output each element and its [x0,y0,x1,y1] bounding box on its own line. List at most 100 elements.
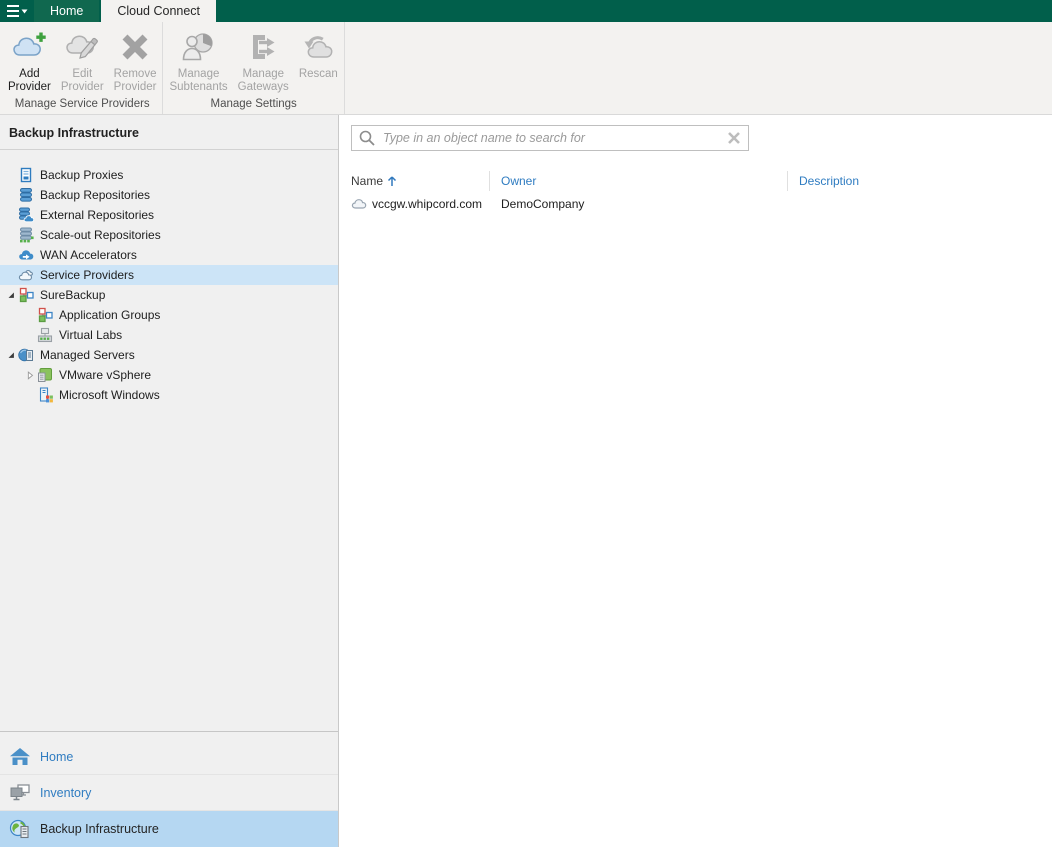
nav-item-label: Inventory [40,785,92,800]
tree-item-label: Scale-out Repositories [40,228,161,242]
nav-item-backup-infrastructure[interactable]: Backup Infrastructure [0,811,338,847]
surebackup-icon [18,287,34,303]
tab-bar: Home Cloud Connect [34,0,217,22]
column-header-label: Owner [501,174,537,188]
search-input[interactable] [381,130,725,146]
manage-subtenants-icon [169,28,227,66]
managed-servers-icon [18,347,34,363]
table-body: vccgw.whipcord.com DemoCompany [339,193,1052,214]
table-row[interactable]: vccgw.whipcord.com DemoCompany [339,193,1052,214]
edit-provider-button[interactable]: Edit Provider [56,26,109,97]
tree-item-surebackup[interactable]: SureBackup [0,285,338,305]
provider-owner: DemoCompany [501,196,585,211]
search-row [339,115,1052,151]
hamburger-icon [6,4,28,18]
tree-item-scale-out-repositories[interactable]: Scale-out Repositories [0,225,338,245]
manage-gateways-icon [238,28,289,66]
column-header-owner[interactable]: Owner [489,169,787,193]
tree-item-external-repositories[interactable]: External Repositories [0,205,338,225]
wan-accelerators-icon [18,247,34,263]
sidebar: Backup Infrastructure Backup Proxies Back… [0,115,339,847]
service-providers-icon [18,267,34,283]
tree-item-backup-repositories[interactable]: Backup Repositories [0,185,338,205]
remove-provider-icon [114,28,157,66]
main-menu-button[interactable] [0,0,34,22]
nav-divider [0,731,338,739]
tree-item-backup-proxies[interactable]: Backup Proxies [0,165,338,185]
tab-cloud-connect[interactable]: Cloud Connect [101,0,217,22]
manage-gateways-button[interactable]: Manage Gateways [233,26,294,97]
tree-item-label: SureBackup [40,288,106,302]
column-header-description[interactable]: Description [787,169,1052,193]
view-navigation: Home Inventory Backup Infrastructure [0,739,338,847]
expander-collapsed-icon[interactable] [23,370,37,380]
tree-item-label: External Repositories [40,208,155,222]
nav-item-label: Home [40,749,74,764]
tree-item-label: WAN Accelerators [40,248,137,262]
tree-item-label: Virtual Labs [59,328,123,342]
tree-item-application-groups[interactable]: Application Groups [0,305,338,325]
tree-item-label: Microsoft Windows [59,388,160,402]
ribbon-button-label: Add Provider [8,68,51,93]
remove-provider-button[interactable]: Remove Provider [109,26,162,97]
ribbon-button-label: Rescan [298,68,338,80]
manage-subtenants-button[interactable]: Manage Subtenants [164,26,232,97]
tree-item-label: Backup Repositories [40,188,151,202]
ribbon-button-label: Manage Subtenants [169,68,228,93]
row-cloud-icon [351,196,367,212]
edit-provider-icon [61,28,104,66]
column-header-label: Name [351,174,384,188]
nav-item-inventory[interactable]: Inventory [0,775,338,811]
main-panel: Name Owner Description vccgw.whipcord.com D… [339,115,1052,847]
rescan-icon [299,28,338,66]
tree-item-label: Backup Proxies [40,168,124,182]
provider-name: vccgw.whipcord.com [372,196,483,211]
tree-item-label: VMware vSphere [59,368,152,382]
column-header-name[interactable]: Name [339,169,489,193]
ribbon-button-label: Remove Provider [113,68,157,93]
column-header-label: Description [799,174,860,188]
tree-item-microsoft-windows[interactable]: Microsoft Windows [0,385,338,405]
tree-item-virtual-labs[interactable]: Virtual Labs [0,325,338,345]
tree-item-service-providers[interactable]: Service Providers [0,265,338,285]
nav-home-icon [9,746,31,768]
backup-proxies-icon [18,167,34,183]
tree-item-label: Application Groups [59,308,161,322]
vmware-vsphere-icon [37,367,53,383]
nav-inventory-icon [9,782,31,804]
tab-home[interactable]: Home [34,0,100,22]
ribbon-group-label: Manage Service Providers [14,98,150,110]
search-box [351,125,749,151]
ribbon-group-manage-settings: Manage Subtenants Manage Gateways Rescan Mana… [163,22,345,114]
ribbon-group-label: Manage Settings [210,98,297,110]
table-header: Name Owner Description [339,169,1052,193]
tree-item-label: Service Providers [40,268,135,282]
nav-item-home[interactable]: Home [0,739,338,775]
microsoft-windows-icon [37,387,53,403]
nav-backup-infrastructure-icon [9,818,31,840]
nav-item-label: Backup Infrastructure [40,822,159,836]
rescan-button[interactable]: Rescan [294,26,343,97]
add-provider-icon [8,28,51,66]
virtual-labs-icon [37,327,53,343]
tree-item-vmware-vsphere[interactable]: VMware vSphere [0,365,338,385]
infrastructure-tree: Backup Proxies Backup Repositories Externa… [0,150,338,731]
backup-repositories-icon [18,187,34,203]
ribbon-group-manage-service-providers: Add Provider Edit Provider Remove Provider Man… [2,22,164,114]
sort-asc-icon [387,175,397,187]
expander-expanded-icon[interactable] [4,290,18,300]
title-bar: Home Cloud Connect [0,0,1052,22]
tree-item-wan-accelerators[interactable]: WAN Accelerators [0,245,338,265]
content-area: Backup Infrastructure Backup Proxies Back… [0,115,1052,847]
clear-search-button[interactable] [725,129,743,147]
search-icon [358,129,376,147]
expander-expanded-icon[interactable] [4,350,18,360]
ribbon-button-label: Edit Provider [60,68,104,93]
scale-out-repositories-icon [18,227,34,243]
ribbon-button-label: Manage Gateways [237,68,289,93]
ribbon: Add Provider Edit Provider Remove Provider Man… [0,22,1052,115]
sidebar-title: Backup Infrastructure [0,115,338,150]
application-groups-icon [37,307,53,323]
add-provider-button[interactable]: Add Provider [3,26,56,97]
tree-item-managed-servers[interactable]: Managed Servers [0,345,338,365]
